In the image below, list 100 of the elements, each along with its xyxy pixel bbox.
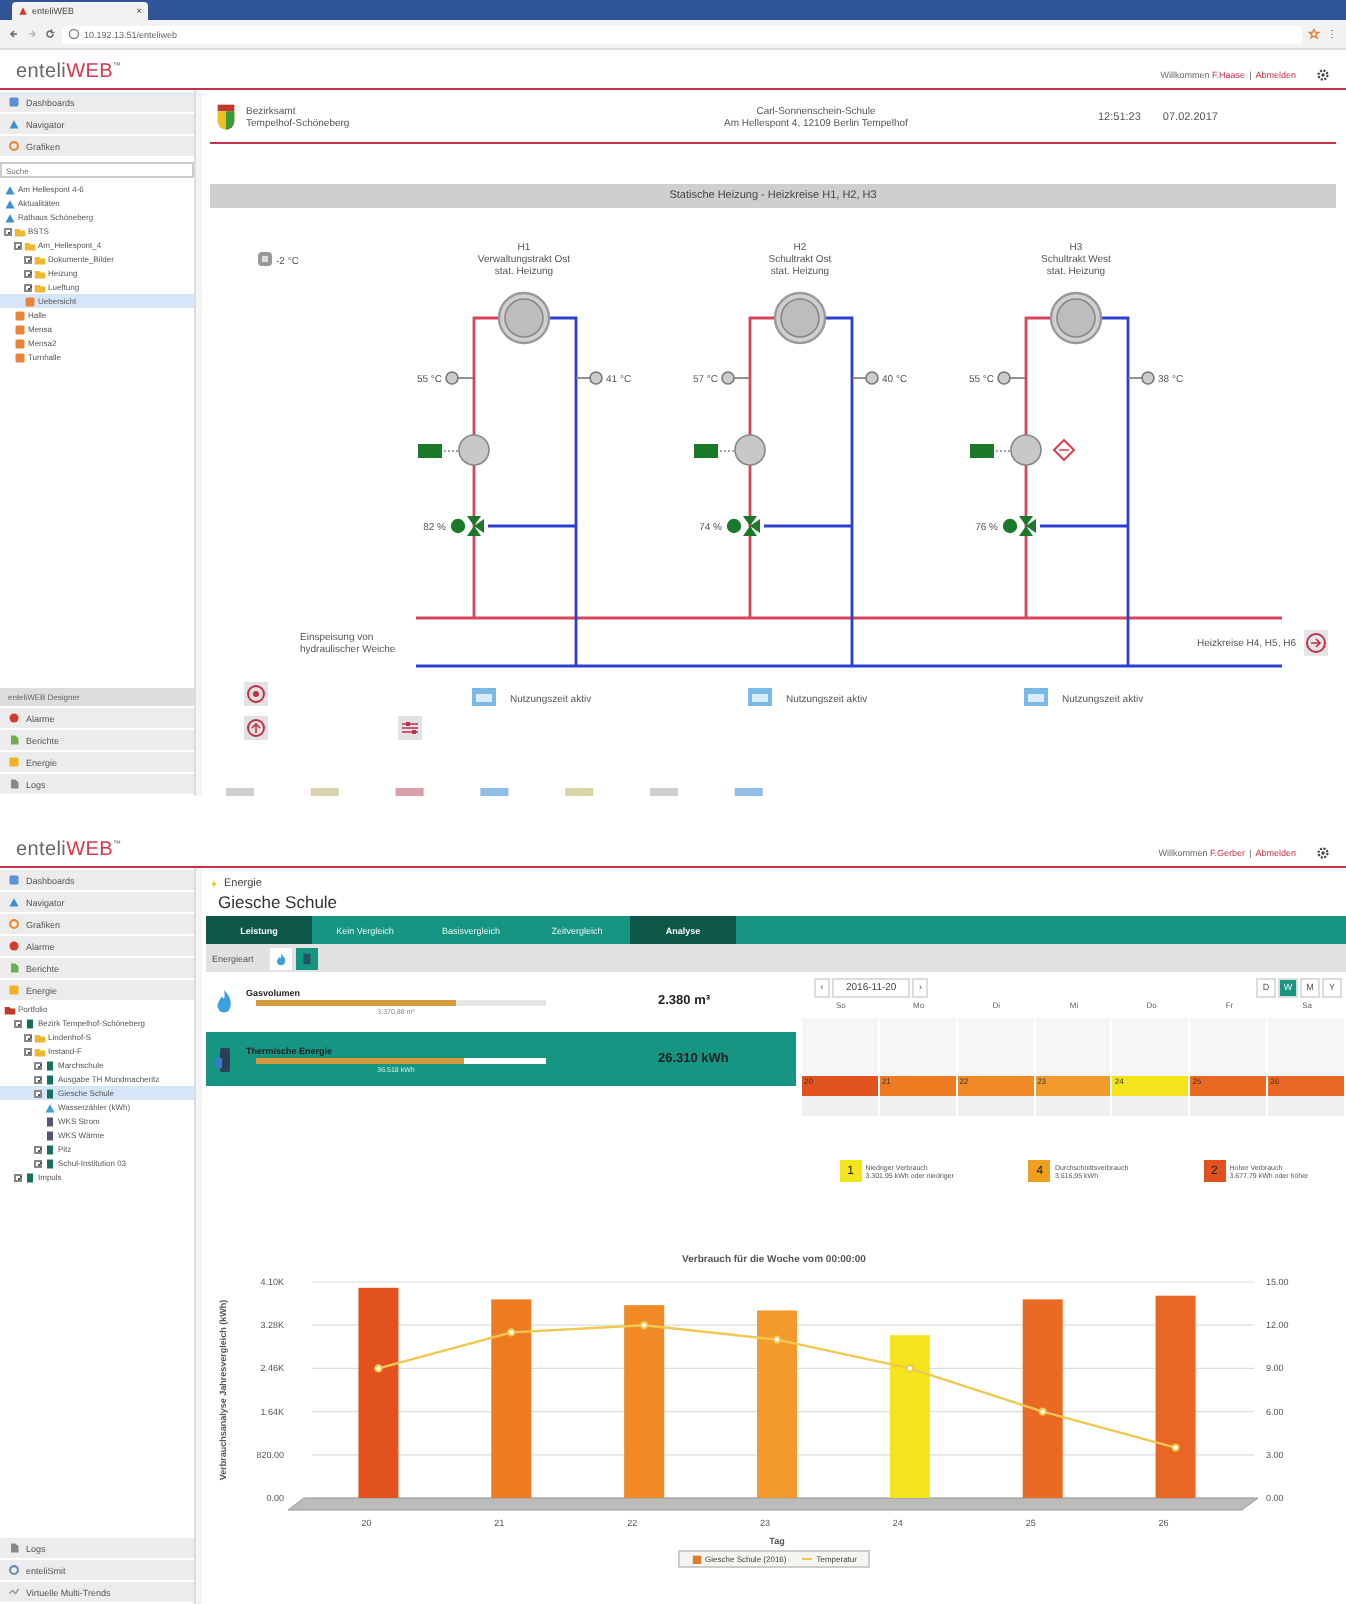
data-point [1170, 1443, 1179, 1452]
grid-icon [8, 874, 20, 886]
calendar-cell[interactable] [1268, 1018, 1346, 1076]
temperature-sensor-icon [851, 371, 879, 385]
calendar-icon[interactable] [748, 688, 772, 706]
calendar-cell[interactable] [957, 1018, 1036, 1076]
graphic-icon [8, 140, 20, 152]
calendar-icon[interactable] [1024, 688, 1048, 706]
pump-status-indicator [418, 444, 442, 458]
data-point [1037, 1407, 1046, 1416]
calendar-icon[interactable] [472, 688, 496, 706]
calendar-cell[interactable] [1035, 1018, 1113, 1076]
expand-toggle-icon[interactable] [34, 1075, 42, 1083]
toolbar-icon[interactable] [650, 788, 678, 796]
collapse-toggle-icon[interactable] [4, 227, 12, 235]
calendar-cell[interactable] [957, 1096, 1036, 1116]
report-icon [8, 962, 20, 974]
collapse-toggle-icon[interactable] [34, 1089, 42, 1097]
lightning-icon [210, 878, 218, 890]
settings-icon[interactable] [1316, 846, 1330, 860]
alarm-icon [8, 940, 20, 952]
favicon-icon [18, 6, 28, 16]
expand-toggle-icon[interactable] [34, 1159, 42, 1167]
info-icon [68, 28, 80, 40]
splitter-handle[interactable] [196, 90, 202, 796]
data-point [638, 1321, 648, 1330]
expand-toggle-icon[interactable] [34, 1145, 42, 1153]
calendar-cell[interactable] [1190, 1096, 1269, 1116]
navigator-icon [8, 118, 20, 130]
collapse-toggle-icon[interactable] [14, 241, 22, 249]
sliders-icon[interactable] [398, 716, 422, 740]
radiator-icon [497, 291, 551, 345]
mixing-valve-icon [1002, 516, 1036, 536]
graphic-icon [8, 918, 20, 930]
calendar-cell[interactable] [1112, 1018, 1191, 1076]
settings-icon[interactable] [1316, 68, 1330, 82]
page-title: Giesche Schule [216, 892, 340, 916]
menu-icon[interactable] [1326, 28, 1338, 40]
mixing-valve-icon [726, 516, 760, 536]
flame-button[interactable] [269, 947, 292, 969]
toolbar-icon[interactable] [226, 788, 254, 796]
expand-toggle-icon[interactable] [14, 1173, 22, 1181]
pump-status-indicator [694, 444, 718, 458]
expand-toggle-icon[interactable] [34, 1061, 42, 1069]
navigator-icon [8, 896, 20, 908]
up-arrow-icon[interactable] [244, 716, 268, 740]
alarm-icon [8, 712, 20, 724]
outside-temperature-sensor-icon [258, 252, 272, 266]
alarm-bell-icon[interactable] [244, 682, 268, 706]
trend-icon [8, 1586, 20, 1598]
expand-toggle-icon[interactable] [24, 1033, 32, 1041]
temperature-sensor-icon [721, 371, 751, 385]
data-point [506, 1328, 515, 1337]
pump-status-indicator [970, 444, 994, 458]
toolbar-icon[interactable] [565, 788, 594, 796]
data-point [771, 1335, 781, 1344]
temperature-sensor-icon [1127, 371, 1155, 385]
meter-icon [299, 951, 314, 965]
collapse-toggle-icon[interactable] [24, 1047, 32, 1055]
energy-icon [8, 984, 20, 996]
forward-arrow-icon[interactable] [1304, 630, 1328, 656]
legend-swatch-icon [691, 1554, 702, 1564]
flame-icon [273, 951, 288, 965]
legend-line-icon [802, 1554, 813, 1564]
reload-icon[interactable] [44, 28, 56, 40]
flame-icon [214, 987, 234, 1015]
temperature-sensor-icon [445, 371, 475, 385]
radiator-icon [1049, 291, 1103, 345]
star-icon[interactable] [1308, 28, 1320, 40]
data-point [904, 1364, 914, 1373]
calendar-cell[interactable] [1190, 1018, 1269, 1076]
calendar-cell[interactable] [879, 1096, 958, 1116]
forward-icon[interactable] [26, 28, 38, 40]
calendar-cell[interactable] [1112, 1096, 1191, 1116]
toolbar-icon[interactable] [310, 788, 339, 796]
meter-button[interactable] [295, 947, 318, 969]
calendar-cell[interactable] [1035, 1096, 1113, 1116]
energy-icon [8, 756, 20, 768]
splitter-handle[interactable] [196, 868, 202, 1604]
collapse-toggle-icon[interactable] [14, 1019, 22, 1027]
report-icon [8, 734, 20, 746]
expand-toggle-icon[interactable] [24, 255, 32, 263]
toolbar-icon[interactable] [734, 788, 763, 796]
expand-toggle-icon[interactable] [24, 269, 32, 277]
toolbar-icon[interactable] [395, 788, 424, 796]
calendar-cell[interactable] [1268, 1096, 1346, 1116]
calendar-cell[interactable] [802, 1018, 880, 1076]
expand-toggle-icon[interactable] [24, 283, 32, 291]
calendar-cell[interactable] [879, 1018, 958, 1076]
meter-icon [214, 1045, 234, 1073]
radiator-icon [773, 291, 827, 345]
calendar-cell[interactable] [802, 1096, 880, 1116]
toolbar-icon[interactable] [480, 788, 509, 796]
back-icon[interactable] [8, 28, 20, 40]
temperature-sensor-icon [575, 371, 603, 385]
log-icon [8, 1542, 20, 1554]
mixing-valve-icon [450, 516, 484, 536]
search-icon [8, 1564, 20, 1576]
data-point [373, 1364, 382, 1373]
log-icon [8, 778, 20, 790]
